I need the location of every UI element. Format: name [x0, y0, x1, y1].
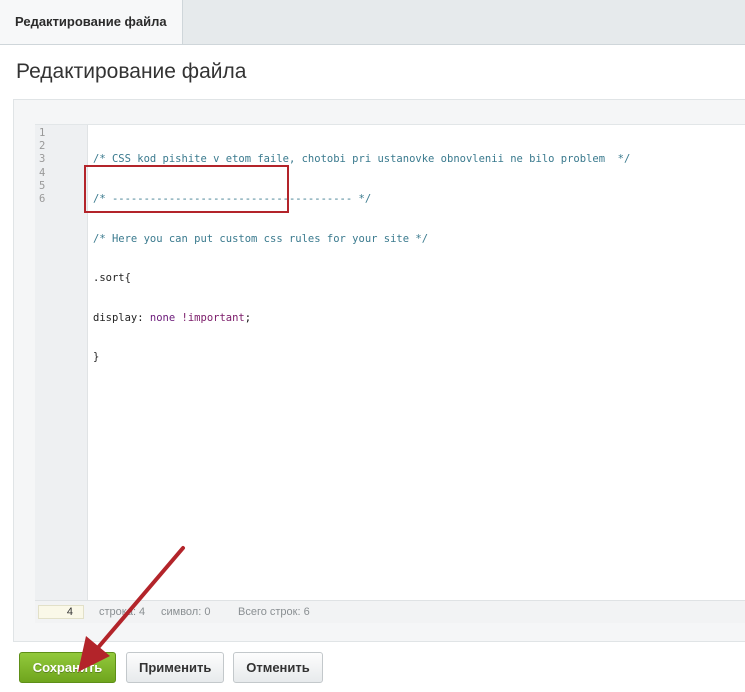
- code-line: /* Here you can put custom css rules for…: [93, 232, 429, 245]
- editor-status-bar: 4 строка: 4 символ: 0 Всего строк: 6: [35, 600, 745, 623]
- line-number: 3: [39, 153, 46, 166]
- line-number: 1: [39, 127, 46, 139]
- code-line: }: [93, 351, 100, 364]
- highlight-box: [84, 165, 289, 213]
- apply-button[interactable]: Применить: [126, 652, 224, 683]
- line-number: 4: [39, 166, 46, 179]
- status-total-lines: Всего строк: 6: [238, 606, 310, 618]
- css-value: none: [149, 311, 176, 324]
- status-symbol: символ: 0: [161, 606, 211, 618]
- line-number: 6: [39, 193, 46, 206]
- save-button[interactable]: Сохранить: [19, 652, 116, 683]
- line-numbers: 1 2 3 4 5 6: [39, 127, 45, 206]
- tab-edit-file[interactable]: Редактирование файла: [0, 0, 183, 44]
- cancel-button[interactable]: Отменить: [233, 652, 323, 683]
- css-semicolon: ;: [244, 311, 252, 324]
- code-line: display: none !important;: [93, 312, 630, 325]
- code-line: .sort{: [93, 272, 131, 285]
- status-line: строка: 4: [99, 606, 146, 618]
- page-title: Редактирование файла: [16, 60, 247, 83]
- css-property: display:: [93, 311, 144, 324]
- css-important: !important: [181, 311, 245, 324]
- line-gutter: 1 2 3 4 5 6: [35, 125, 88, 601]
- current-line-field: 4: [38, 605, 84, 619]
- line-number: 2: [39, 140, 46, 153]
- line-number: 5: [39, 179, 46, 192]
- tab-bar: Редактирование файла: [0, 0, 745, 45]
